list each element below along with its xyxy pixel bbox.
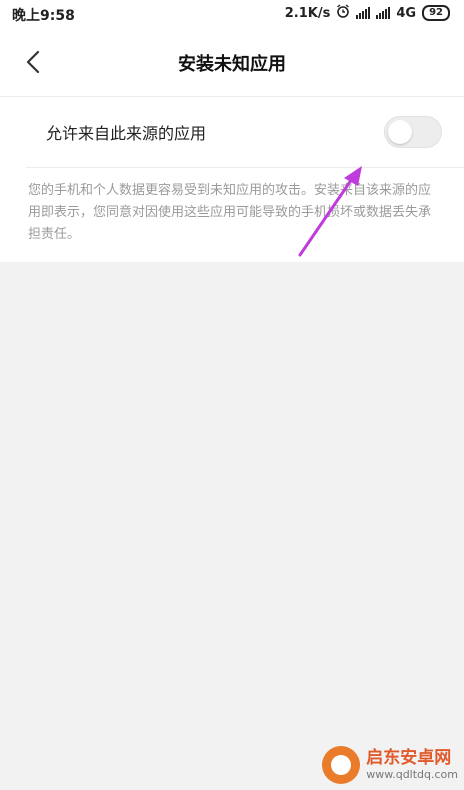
status-bar: 晚上9:58 2.1K/s 4G 92 [0,0,464,28]
watermark-logo-icon [322,746,361,784]
watermark: 启东安卓网 www.qdltdq.com [322,746,458,784]
allow-source-toggle[interactable] [384,116,442,148]
network-speed: 2.1K/s [284,5,331,21]
setting-label: 允许来自此来源的应用 [46,124,207,143]
status-time: 晚上9:58 [12,8,75,24]
alarm-icon [336,4,350,22]
watermark-name: 启东安卓网 [366,748,452,768]
toggle-knob [388,120,412,144]
divider [26,167,464,168]
status-icons: 2.1K/s 4G 92 [285,4,450,22]
network-type: 4G [396,5,417,21]
app-header: 安装未知应用 [0,28,464,97]
watermark-url: www.qdltdq.com [366,768,458,781]
setting-description: 您的手机和个人数据更容易受到未知应用的攻击。安装来自该来源的应用即表示，您同意对… [28,183,432,242]
battery-indicator: 92 [422,5,450,21]
signal-icon-2 [376,7,391,19]
signal-icon [356,7,371,19]
page-title: 安装未知应用 [178,54,286,75]
